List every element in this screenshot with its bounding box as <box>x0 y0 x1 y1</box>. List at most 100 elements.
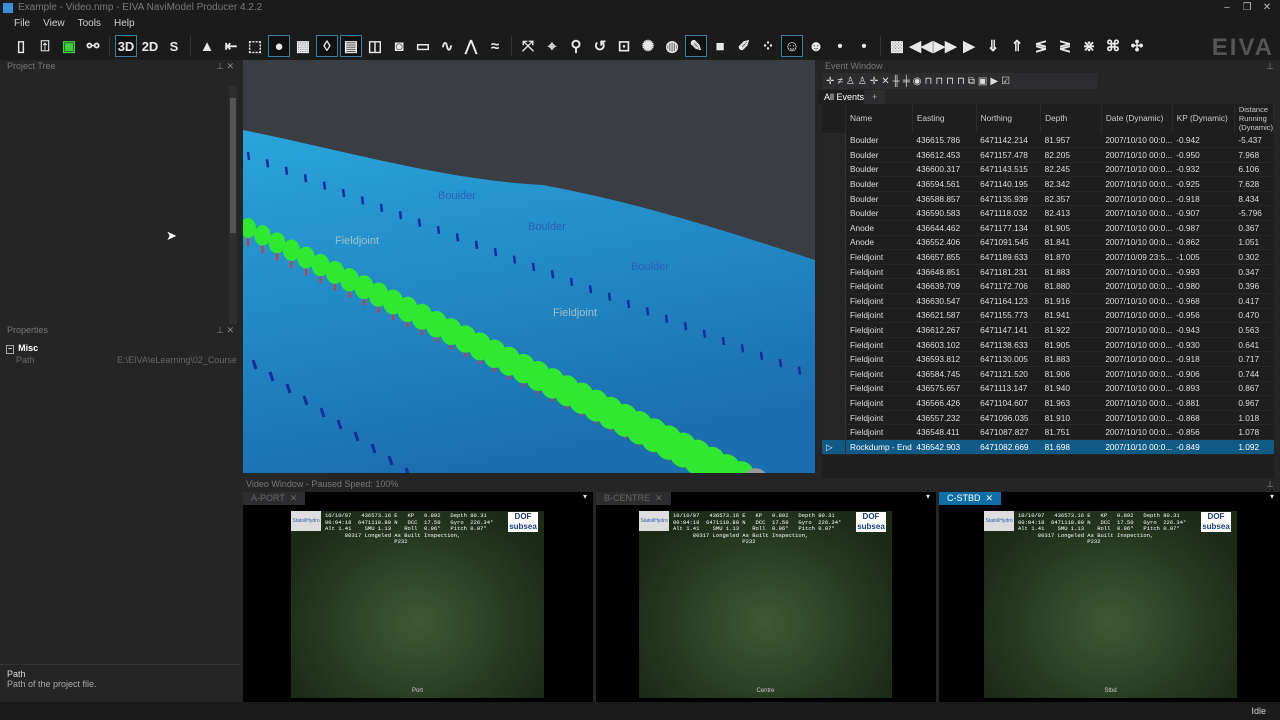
play-icon[interactable]: ▶ <box>958 35 980 57</box>
table-row[interactable]: Boulder 436615.786 6471142.214 81.957 2007/1… <box>822 133 1274 149</box>
event-tool5-icon[interactable]: ✣ <box>1126 35 1148 57</box>
column-header-northing[interactable]: Northing <box>976 104 1042 133</box>
pin-close-icons[interactable]: ⊥ ✕ <box>216 324 234 336</box>
event-tool1-icon[interactable]: ≶ <box>1030 35 1052 57</box>
project-tree[interactable]: ➤ <box>0 72 240 326</box>
row-selector[interactable] <box>822 410 846 426</box>
maximize-button[interactable]: ❐ <box>1238 0 1256 16</box>
property-value[interactable]: E:\EIVA\eLearning\02_Courses\01_N <box>117 354 237 366</box>
crop-icon[interactable]: ⊡ <box>613 35 635 57</box>
camera-icon[interactable]: ◙ <box>388 35 410 57</box>
close-tab-icon[interactable]: ✕ <box>983 493 994 503</box>
event-tool2-icon[interactable]: ≷ <box>1054 35 1076 57</box>
column-header-distance[interactable]: Distance Running (Dynamic) <box>1234 104 1274 133</box>
row-selector[interactable] <box>822 147 846 163</box>
event-tool-icon[interactable]: ♙ <box>858 76 867 87</box>
event-tool3-icon[interactable]: ⋇ <box>1078 35 1100 57</box>
event-tool-icon[interactable]: ╪ <box>903 76 910 87</box>
tree-scrollbar[interactable] <box>229 86 237 326</box>
video-tab[interactable]: B-CENTRE ✕ <box>596 492 671 505</box>
event-tool-icon[interactable]: ✛ <box>870 76 878 87</box>
property-row-path[interactable]: Path E:\EIVA\eLearning\02_Courses\01_N <box>0 354 240 366</box>
table-row[interactable]: Fieldjoint 436639.709 6471172.706 81.880 200… <box>822 278 1274 295</box>
texture-icon[interactable]: ◍ <box>661 35 683 57</box>
close-tab-icon[interactable]: ✕ <box>287 493 298 503</box>
view-2d-button[interactable]: 2D <box>139 35 161 57</box>
row-selector[interactable] <box>822 293 846 309</box>
fill-icon[interactable]: ■ <box>709 35 731 57</box>
row-selector[interactable] <box>822 322 846 338</box>
pin-close-icons[interactable]: ⊥ ✕ <box>216 60 234 72</box>
video-pane[interactable]: C-STBD ✕ ▾ 10/10/07 436573.16 E KP 0.892… <box>939 492 1280 702</box>
light-icon[interactable]: ✺ <box>637 35 659 57</box>
row-selector[interactable] <box>822 351 846 367</box>
pin-icon[interactable]: ⊥ <box>1266 60 1274 72</box>
waveform-icon[interactable]: ∿ <box>436 35 458 57</box>
table-row[interactable]: Fieldjoint 436566.426 6471104.607 81.963 200… <box>822 395 1274 411</box>
step-up-icon[interactable]: ⇑ <box>1006 35 1028 57</box>
column-header-easting[interactable]: Easting <box>912 104 977 133</box>
face2-icon[interactable]: ☻ <box>805 35 827 57</box>
profile-icon[interactable]: ◫ <box>364 35 386 57</box>
coastline-icon[interactable]: ◊ <box>316 35 338 57</box>
forward-icon[interactable]: ▶▶ <box>933 35 956 57</box>
row-selector[interactable] <box>822 264 846 280</box>
event-tool4-icon[interactable]: ⌘ <box>1102 35 1124 57</box>
row-selector[interactable] <box>822 133 846 149</box>
shading-icon[interactable]: ● <box>268 35 290 57</box>
row-selector[interactable] <box>822 162 846 178</box>
terrain-grid-icon[interactable]: ▤ <box>340 35 362 57</box>
scene-label-boulder[interactable]: Boulder <box>528 221 566 233</box>
scene-label-fieldjoint[interactable]: Fieldjoint <box>335 235 379 247</box>
route-icon[interactable]: ⤧ <box>517 35 539 57</box>
video-frame[interactable]: 10/10/07 436573.16 E KP 0.892 Depth 80.3… <box>984 511 1237 698</box>
column-header-depth[interactable]: Depth <box>1040 104 1102 133</box>
category-misc[interactable]: − Misc <box>0 342 240 354</box>
row-selector[interactable] <box>822 205 846 222</box>
video-frame[interactable]: 10/10/07 436573.16 E KP 0.892 Depth 80.3… <box>291 511 544 698</box>
bounding-box-icon[interactable]: ⬚ <box>244 35 266 57</box>
column-header-name[interactable]: Name <box>845 104 913 133</box>
import-icon[interactable]: ⇤ <box>220 35 242 57</box>
table-row[interactable]: Fieldjoint 436621.587 6471155.773 81.941 200… <box>822 308 1274 324</box>
clapper-icon[interactable]: ▩ <box>886 35 908 57</box>
tools-icon[interactable]: ✎ <box>685 35 707 57</box>
row-selector[interactable] <box>822 191 846 207</box>
step-down-icon[interactable]: ⇓ <box>982 35 1004 57</box>
new-project-icon[interactable]: ▯ <box>10 35 32 57</box>
save-icon[interactable]: ▣ <box>58 35 80 57</box>
scene-label-boulder[interactable]: Boulder <box>438 190 476 202</box>
minimize-button[interactable]: – <box>1218 0 1236 16</box>
north-arrow-icon[interactable]: ▲ <box>196 35 218 57</box>
menu-file[interactable]: File <box>14 16 30 32</box>
open-project-icon[interactable]: ⍐ <box>34 35 56 57</box>
table-row[interactable]: Fieldjoint 436657.855 6471189.633 81.870 200… <box>822 249 1274 265</box>
add-tab-button[interactable]: + <box>864 90 886 104</box>
close-tab-icon[interactable]: ✕ <box>653 493 663 503</box>
view-3d-button[interactable]: 3D <box>115 35 137 57</box>
add-node-icon[interactable]: • <box>829 35 851 57</box>
menu-help[interactable]: Help <box>114 16 135 32</box>
row-selector[interactable]: ▷ <box>822 439 846 455</box>
row-selector[interactable] <box>822 366 846 382</box>
table-row[interactable]: Fieldjoint 436603.102 6471138.633 81.905 200… <box>822 337 1274 353</box>
rewind-icon[interactable]: ◀◀ <box>909 35 932 57</box>
row-selector[interactable] <box>822 308 846 324</box>
video-frame[interactable]: 10/10/07 436573.16 E KP 0.892 Depth 80.3… <box>639 511 892 698</box>
add-video-icon[interactable]: ▶ <box>990 76 998 87</box>
row-selector[interactable] <box>822 249 846 265</box>
find-marker-icon[interactable]: ⚲ <box>565 35 587 57</box>
dropdown-icon[interactable]: ▾ <box>583 492 587 501</box>
video-pane[interactable]: A-PORT ✕ ▾ 10/10/07 436573.16 E KP 0.892… <box>243 492 593 702</box>
table-row[interactable]: Fieldjoint 436630.547 6471164.123 81.916 200… <box>822 293 1274 309</box>
copy-icon[interactable]: ⧉ <box>968 76 975 87</box>
remove-node-icon[interactable]: • <box>853 35 875 57</box>
brush-icon[interactable]: ✐ <box>733 35 755 57</box>
table-row[interactable]: Fieldjoint 436593.812 6471130.005 81.883 200… <box>822 351 1274 367</box>
table-row[interactable]: Fieldjoint 436612.267 6471147.141 81.922 200… <box>822 322 1274 338</box>
ruler-icon[interactable]: ▭ <box>412 35 434 57</box>
check-icon[interactable]: ☑ <box>1001 76 1010 87</box>
menu-view[interactable]: View <box>43 16 65 32</box>
event-tool-icon[interactable]: ✕ <box>881 76 889 87</box>
video-tab[interactable]: C-STBD ✕ <box>939 492 1002 505</box>
